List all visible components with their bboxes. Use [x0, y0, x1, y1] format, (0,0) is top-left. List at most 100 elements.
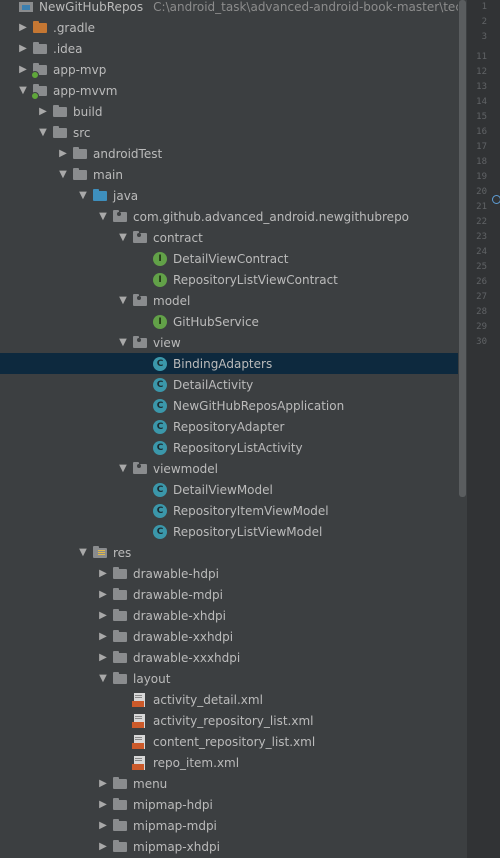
- tree-row-contract[interactable]: ▼ contract: [0, 227, 458, 248]
- chevron-right-icon[interactable]: ▶: [96, 563, 110, 584]
- line-number: 3: [481, 32, 487, 42]
- folder-icon: [112, 839, 128, 855]
- tree-row-detailactivity[interactable]: ▶CDetailActivity: [0, 374, 458, 395]
- tree-row-repositorylistviewmodel[interactable]: ▶CRepositoryListViewModel: [0, 521, 458, 542]
- tree-row-main[interactable]: ▼ main: [0, 164, 458, 185]
- tree-row-mipmap-hdpi[interactable]: ▶ mipmap-hdpi: [0, 794, 458, 815]
- tree-row-newgithubreposapplication[interactable]: ▶CNewGitHubReposApplication: [0, 395, 458, 416]
- tree-scrollbar[interactable]: [458, 0, 467, 858]
- chevron-right-icon[interactable]: ▶: [96, 605, 110, 626]
- tree-row-activity-repository-list-xml[interactable]: ▶activity_repository_list.xml: [0, 710, 458, 731]
- chevron-down-icon[interactable]: ▼: [96, 206, 110, 227]
- chevron-right-icon[interactable]: ▶: [96, 626, 110, 647]
- tree-row-repositoryadapter[interactable]: ▶CRepositoryAdapter: [0, 416, 458, 437]
- chevron-down-icon[interactable]: ▼: [116, 290, 130, 311]
- chevron-down-icon[interactable]: ▼: [56, 164, 70, 185]
- tree-row-app-mvp[interactable]: ▶ app-mvp: [0, 59, 458, 80]
- chevron-down-icon[interactable]: ▼: [76, 185, 90, 206]
- tree-item-label: drawable-xxhdpi: [133, 629, 234, 644]
- tree-row-gradle[interactable]: ▶ .gradle: [0, 17, 458, 38]
- tree-row-repositoryitemviewmodel[interactable]: ▶CRepositoryItemViewModel: [0, 500, 458, 521]
- tree-row-repositorylistactivity[interactable]: ▶CRepositoryListActivity: [0, 437, 458, 458]
- class-icon: C: [152, 419, 168, 435]
- tree-row-bindingadapters[interactable]: ▶CBindingAdapters: [0, 353, 458, 374]
- tree-item-label: .idea: [53, 41, 83, 56]
- scrollbar-thumb[interactable]: [459, 0, 466, 497]
- tree-row-model[interactable]: ▼ model: [0, 290, 458, 311]
- tree-item-label: viewmodel: [153, 461, 218, 476]
- tree-row-view[interactable]: ▼ view: [0, 332, 458, 353]
- chevron-right-icon[interactable]: ▶: [16, 38, 30, 59]
- tree-row-mipmap-mdpi[interactable]: ▶ mipmap-mdpi: [0, 815, 458, 836]
- xml-file-icon: [132, 713, 148, 729]
- tree-item-label: RepositoryListActivity: [173, 440, 303, 455]
- tree-item-label: java: [113, 188, 139, 203]
- tree-row-githubservice[interactable]: ▶IGitHubService: [0, 311, 458, 332]
- chevron-right-icon[interactable]: ▶: [96, 836, 110, 857]
- chevron-right-icon[interactable]: ▶: [96, 584, 110, 605]
- tree-row-layout[interactable]: ▼ layout: [0, 668, 458, 689]
- folder-icon: [112, 608, 128, 624]
- chevron-right-icon[interactable]: ▶: [96, 794, 110, 815]
- tree-row-drawable-hdpi[interactable]: ▶ drawable-hdpi: [0, 563, 458, 584]
- folder-icon: [52, 104, 68, 120]
- tree-row-repositorylistviewcontract[interactable]: ▶IRepositoryListViewContract: [0, 269, 458, 290]
- chevron-down-icon[interactable]: ▼: [76, 542, 90, 563]
- tree-item-label: repo_item.xml: [153, 755, 240, 770]
- tree-item-label: BindingAdapters: [173, 356, 273, 371]
- tree-row-java[interactable]: ▼ java: [0, 185, 458, 206]
- line-number: 13: [476, 82, 487, 92]
- tree-row-menu[interactable]: ▶ menu: [0, 773, 458, 794]
- chevron-right-icon[interactable]: ▶: [96, 815, 110, 836]
- chevron-right-icon[interactable]: ▶: [16, 59, 30, 80]
- tree-row-com-github-advanced-android-newgithubrepo[interactable]: ▼ com.github.advanced_android.newgithubre…: [0, 206, 458, 227]
- tree-row-content-repository-list-xml[interactable]: ▶content_repository_list.xml: [0, 731, 458, 752]
- tree-row-drawable-mdpi[interactable]: ▶ drawable-mdpi: [0, 584, 458, 605]
- tree-row-androidtest[interactable]: ▶ androidTest: [0, 143, 458, 164]
- project-path: C:\android_task\advanced-android-book-ma…: [153, 0, 458, 14]
- module-folder-icon: [31, 62, 48, 79]
- chevron-right-icon[interactable]: ▶: [56, 143, 70, 164]
- chevron-right-icon[interactable]: ▶: [16, 17, 30, 38]
- chevron-down-icon[interactable]: ▼: [116, 332, 130, 353]
- line-number: 23: [476, 232, 487, 242]
- line-number: 18: [476, 157, 487, 167]
- line-number: 11: [476, 52, 487, 62]
- chevron-down-icon[interactable]: ▼: [16, 80, 30, 101]
- tree-item-label: contract: [153, 230, 203, 245]
- chevron-down-icon[interactable]: ▼: [116, 227, 130, 248]
- folder-icon: [72, 146, 88, 162]
- tree-row-repo-item-xml[interactable]: ▶repo_item.xml: [0, 752, 458, 773]
- tree-row-app-mvvm[interactable]: ▼ app-mvvm: [0, 80, 458, 101]
- chevron-down-icon[interactable]: ▼: [96, 668, 110, 689]
- tree-item-label: DetailActivity: [173, 377, 254, 392]
- line-number: 16: [476, 127, 487, 137]
- tree-row-src[interactable]: ▼ src: [0, 122, 458, 143]
- chevron-right-icon[interactable]: ▶: [96, 773, 110, 794]
- folder-icon: [112, 587, 128, 603]
- tree-item-label: build: [73, 104, 103, 119]
- tree-row-newgithubrepos[interactable]: ▼NewGitHubReposC:\android_task\advanced-…: [0, 0, 458, 17]
- tree-row-build[interactable]: ▶ build: [0, 101, 458, 122]
- chevron-down-icon[interactable]: ▼: [116, 458, 130, 479]
- chevron-down-icon[interactable]: ▼: [36, 122, 50, 143]
- tree-row-detailviewcontract[interactable]: ▶IDetailViewContract: [0, 248, 458, 269]
- tree-row-detailviewmodel[interactable]: ▶CDetailViewModel: [0, 479, 458, 500]
- tree-row-mipmap-xhdpi[interactable]: ▶ mipmap-xhdpi: [0, 836, 458, 857]
- xml-file-icon: [132, 755, 148, 771]
- class-icon: C: [152, 440, 168, 456]
- chevron-right-icon[interactable]: ▶: [36, 101, 50, 122]
- tree-row-drawable-xhdpi[interactable]: ▶ drawable-xhdpi: [0, 605, 458, 626]
- tree-row-activity-detail-xml[interactable]: ▶activity_detail.xml: [0, 689, 458, 710]
- chevron-right-icon[interactable]: ▶: [96, 647, 110, 668]
- line-number: 26: [476, 277, 487, 287]
- tree-row-viewmodel[interactable]: ▼ viewmodel: [0, 458, 458, 479]
- interface-icon: I: [152, 251, 168, 267]
- tree-row-idea[interactable]: ▶ .idea: [0, 38, 458, 59]
- package-icon: [132, 335, 148, 351]
- tree-row-drawable-xxhdpi[interactable]: ▶ drawable-xxhdpi: [0, 626, 458, 647]
- tree-row-res[interactable]: ▼ res: [0, 542, 458, 563]
- class-icon: C: [152, 377, 168, 393]
- tree-row-drawable-xxxhdpi[interactable]: ▶ drawable-xxxhdpi: [0, 647, 458, 668]
- line-number: 20: [476, 187, 487, 197]
